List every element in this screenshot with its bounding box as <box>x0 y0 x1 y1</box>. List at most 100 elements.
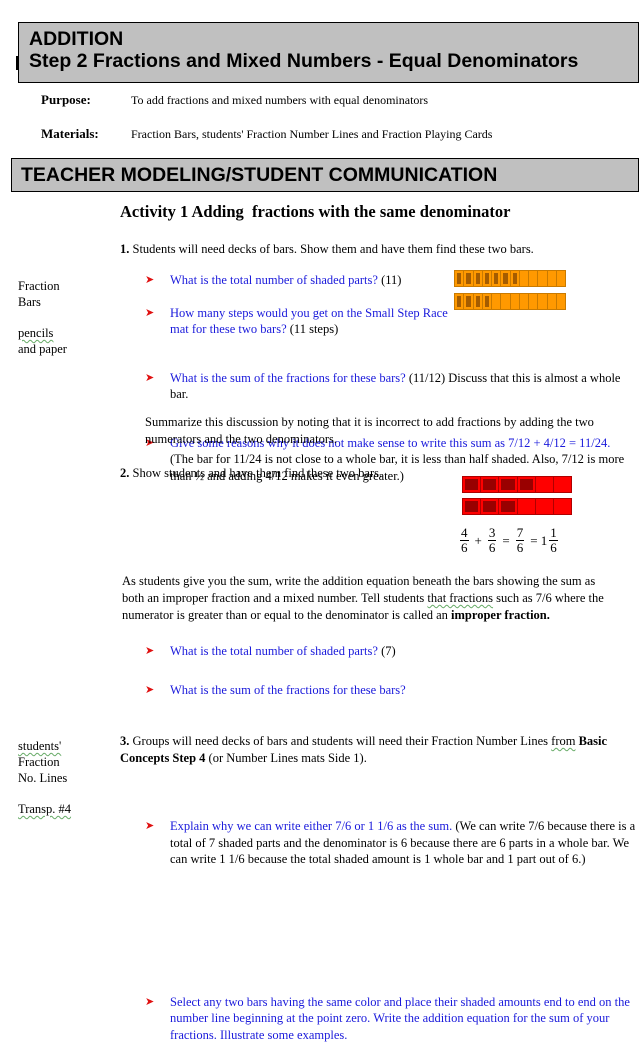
bar-cell-shaded <box>463 477 481 492</box>
answer-text: (11) <box>378 273 402 287</box>
step2-bullet-2: ➤ What is the sum of the fractions for t… <box>145 682 470 699</box>
step2-intro: 2. Show students and have them find thes… <box>120 465 382 482</box>
bar-cell-shaded <box>511 271 520 286</box>
bar-cell <box>520 271 529 286</box>
bar-cell-shaded <box>483 294 492 309</box>
arrow-bullet-icon: ➤ <box>145 818 154 835</box>
bar-cell <box>557 271 565 286</box>
fraction: 16 <box>549 526 558 555</box>
question-text: What is the sum of the fractions for the… <box>170 371 406 385</box>
numerator: 7 <box>516 526 525 541</box>
bar-cell <box>529 271 538 286</box>
purpose-label: Purpose: <box>41 92 91 108</box>
fraction: 76 <box>516 526 525 555</box>
fraction: 46 <box>460 526 469 555</box>
bar-cell <box>511 294 520 309</box>
sidebar-text: students' <box>18 739 61 753</box>
numerator: 4 <box>460 526 469 541</box>
bar-cell <box>548 294 557 309</box>
sidebar-materials-4: Transp. #4 <box>18 801 71 817</box>
step1-bullet-1: ➤ What is the total number of shaded par… <box>145 272 460 289</box>
arrow-bullet-icon: ➤ <box>145 994 154 1011</box>
fraction-equation: 46 + 36 = 76 = 1 16 <box>460 526 558 555</box>
bar-cell <box>529 294 538 309</box>
bar-cell <box>520 294 529 309</box>
bar-cell-shaded <box>464 271 473 286</box>
bar-cell <box>536 499 554 514</box>
question-text: What is the total number of shaded parts… <box>170 273 378 287</box>
bar-cell <box>501 294 510 309</box>
bar-cell <box>536 477 554 492</box>
bar-cell <box>518 499 536 514</box>
answer-text: (7) <box>378 644 396 658</box>
question-text: What is the total number of shaded parts… <box>170 644 378 658</box>
bar-cell <box>554 477 571 492</box>
denominator: 6 <box>550 541 557 555</box>
step1-summary: Summarize this discussion by noting that… <box>145 414 605 448</box>
numerator: 3 <box>488 526 497 541</box>
materials-label: Materials: <box>41 126 99 142</box>
page-title-box: ADDITION Step 2 Fractions and Mixed Numb… <box>18 22 639 83</box>
bar-cell <box>492 294 501 309</box>
step-number: 3. <box>120 734 129 748</box>
bar-cell-shaded <box>499 499 517 514</box>
step1-bullet-3: ➤ What is the sum of the fractions for t… <box>145 370 635 403</box>
bar-cell-shaded <box>499 477 517 492</box>
bar-cell-shaded <box>455 271 464 286</box>
question-text: Select any two bars having the same colo… <box>170 995 630 1042</box>
step-text: Students will need decks of bars. Show t… <box>129 242 533 256</box>
step3-intro: 3. Groups will need decks of bars and st… <box>120 733 615 767</box>
section-heading: TEACHER MODELING/STUDENT COMMUNICATION <box>11 158 639 192</box>
term-improper-fraction: improper fraction. <box>451 608 550 622</box>
step1-intro: 1. Students will need decks of bars. Sho… <box>120 241 534 258</box>
denominator: 6 <box>517 541 524 555</box>
step-text: from <box>551 734 575 748</box>
sidebar-text: No. Lines <box>18 770 67 786</box>
bar-cell-shaded <box>474 271 483 286</box>
step-number: 1. <box>120 242 129 256</box>
bar-cell-shaded <box>481 499 499 514</box>
arrow-bullet-icon: ➤ <box>145 272 154 289</box>
equals-sign: = <box>502 533 509 549</box>
activity-title: Activity 1 Adding fractions with the sam… <box>120 202 511 222</box>
bar-cell-shaded <box>463 499 481 514</box>
step-text: (or Number Lines mats Side 1). <box>205 751 366 765</box>
bar-cell <box>554 499 571 514</box>
bar-cell-shaded <box>464 294 473 309</box>
question-text: Explain why we can write either 7/6 or 1… <box>170 819 452 833</box>
bar-cell <box>538 294 547 309</box>
sidebar-text: Transp. #4 <box>18 802 71 816</box>
bar-cell <box>557 294 565 309</box>
bar-cell <box>538 271 547 286</box>
step1-bullet-2: ➤ How many steps would you get on the Sm… <box>145 305 460 338</box>
sidebar-text: and paper <box>18 342 67 356</box>
fraction-bar-orange-4-12 <box>454 293 566 310</box>
bar-cell-shaded <box>501 271 510 286</box>
bar-cell-shaded <box>483 271 492 286</box>
arrow-bullet-icon: ➤ <box>145 370 154 387</box>
fraction-bar-orange-7-12 <box>454 270 566 287</box>
question-text: What is the sum of the fractions for the… <box>170 683 406 697</box>
step-text: Groups will need decks of bars and stude… <box>129 734 551 748</box>
step-number: 2. <box>120 466 129 480</box>
page-title: ADDITION <box>29 28 638 50</box>
arrow-bullet-icon: ➤ <box>145 643 154 660</box>
fraction: 36 <box>488 526 497 555</box>
bar-cell-shaded <box>474 294 483 309</box>
equals-whole: = 1 <box>530 533 547 549</box>
step2-paragraph: As students give you the sum, write the … <box>122 573 612 623</box>
arrow-bullet-icon: ➤ <box>145 682 154 699</box>
arrow-bullet-icon: ➤ <box>145 305 154 322</box>
bar-cell <box>548 271 557 286</box>
sidebar-text: pencils <box>18 326 53 340</box>
fraction-bar-red-3-6 <box>462 498 572 515</box>
page-subtitle: Step 2 Fractions and Mixed Numbers - Equ… <box>29 50 638 72</box>
sidebar-text: Fraction <box>18 278 60 294</box>
sidebar-text: Fraction <box>18 754 67 770</box>
sidebar-text: Bars <box>18 294 60 310</box>
denominator: 6 <box>489 541 496 555</box>
sidebar-materials-3: students' Fraction No. Lines <box>18 738 67 786</box>
plus-sign: + <box>475 533 482 549</box>
fraction-bar-red-4-6 <box>462 476 572 493</box>
bar-cell-shaded <box>481 477 499 492</box>
